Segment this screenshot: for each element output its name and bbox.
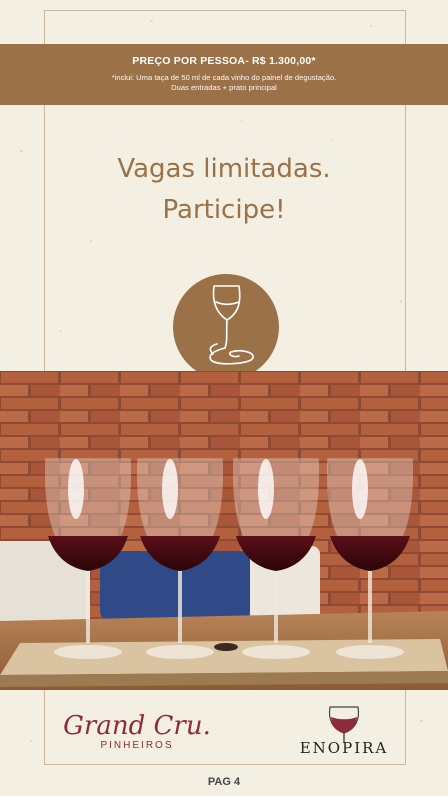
page-number: PAG 4	[207, 776, 241, 788]
wine-glass-logo-icon	[328, 706, 360, 742]
grand-cru-subtitle: PINHEIROS	[100, 740, 174, 751]
price-text: PREÇO POR PESSOA- R$ 1.300,00*	[132, 55, 316, 67]
price-note-line1: *inclui: Uma taça de 50 ml de cada vinho…	[111, 73, 337, 82]
headline-line1: Vagas limitadas.	[117, 154, 331, 184]
headline-line2: Participe!	[162, 195, 286, 225]
wine-glass-icon	[209, 285, 254, 365]
grand-cru-logo: Grand Cru. PINHEIROS	[62, 712, 212, 751]
wine-tasting-photo	[0, 371, 448, 690]
wine-glass-badge	[173, 274, 279, 380]
grand-cru-wordmark: Grand Cru.	[63, 711, 211, 741]
enopira-logo: ENOPIRA	[284, 703, 404, 759]
price-banner: PREÇO POR PESSOA- R$ 1.300,00* *inclui: …	[0, 44, 448, 105]
enopira-wordmark: ENOPIRA	[299, 739, 389, 757]
price-note-line2: Duas entradas + prato principal	[171, 83, 277, 92]
